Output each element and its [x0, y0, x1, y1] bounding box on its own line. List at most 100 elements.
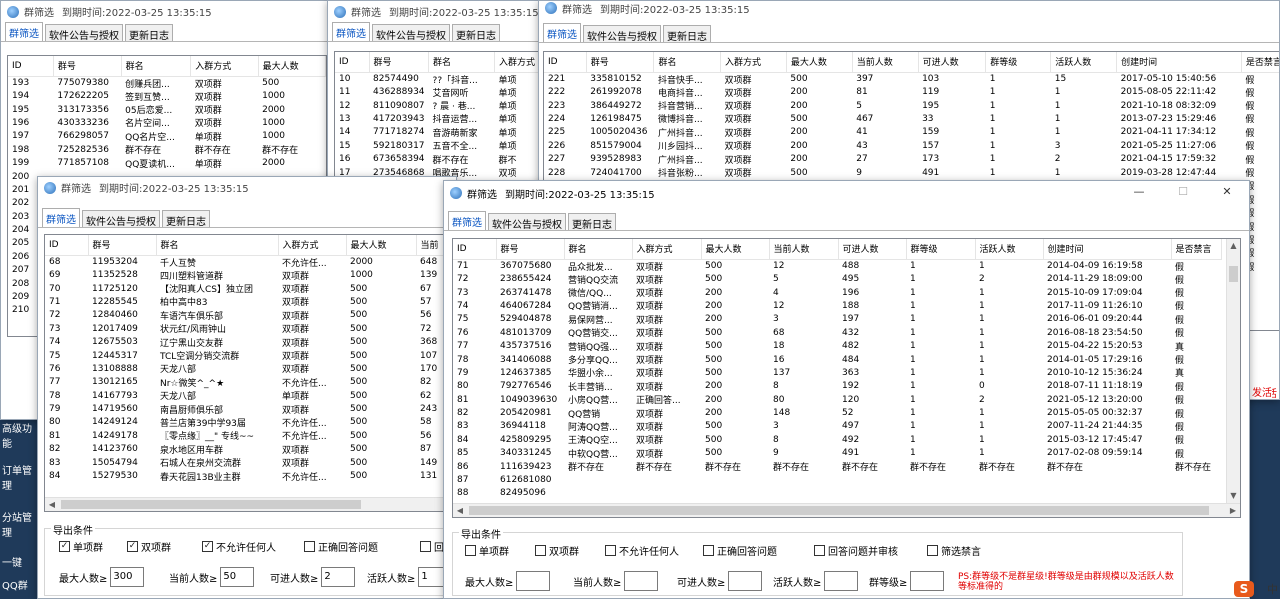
table-row[interactable]: 80 14249124 普兰店第39中学93届 不允许任... 500 58 — [45, 416, 456, 429]
table-row[interactable]: 82 205420981 QQ营销 双项群 200 148 52 1 1 2015-05-05 0… — [453, 406, 1221, 420]
column-header[interactable]: 群名 — [428, 52, 496, 73]
titlebar[interactable]: 群筛选 到期时间:2022-03-25 13:35:15 — [328, 1, 541, 22]
column-header[interactable]: 入群方式 — [632, 239, 702, 260]
column-header[interactable]: 群名 — [653, 52, 722, 73]
table-row[interactable]: 224 126198475 微博抖音... 双项群 500 467 33 1 1 2013-07-… — [544, 112, 1279, 126]
filter-input[interactable]: 300 — [110, 567, 145, 587]
checkbox-empty-icon[interactable] — [420, 541, 431, 552]
minimize-icon[interactable]: — — [1117, 181, 1161, 205]
table-row[interactable]: 11 436288934 艾音网听 单项 — [335, 86, 540, 99]
column-header[interactable]: 群等级 — [906, 239, 976, 260]
checkbox-checked-icon[interactable]: ✓ — [202, 541, 213, 552]
column-header[interactable]: ID — [453, 239, 497, 260]
scroll-up-icon[interactable]: ▲ — [1227, 239, 1240, 253]
column-header[interactable]: 当前人数 — [852, 52, 919, 73]
filter-checkbox[interactable]: 筛选禁言 — [927, 543, 981, 558]
column-header[interactable]: 当前人数 — [769, 239, 839, 260]
column-header[interactable]: ID — [45, 235, 89, 256]
checkbox-empty-icon[interactable] — [465, 545, 476, 556]
filter-input[interactable]: 2 — [321, 567, 356, 587]
table-row[interactable]: 72 238655424 营销QQ交流 双项群 500 5 495 1 2 2014-11-29 … — [453, 273, 1221, 286]
filter-input[interactable]: 50 — [220, 567, 255, 587]
table-row[interactable]: 227 939528983 广州抖音... 双项群 200 27 173 1 2 2021-04-… — [544, 152, 1279, 166]
table-row[interactable]: 80 792776546 长丰营销... 双项群 200 8 192 1 0 2018-07-11… — [453, 380, 1221, 393]
filter-input[interactable] — [624, 571, 659, 591]
filter-input[interactable] — [910, 571, 945, 591]
table-row[interactable]: 226 851579004 川乡园抖... 双项群 200 43 157 1 3 2021-05-… — [544, 139, 1279, 153]
column-header[interactable]: 最大人数 — [786, 52, 853, 73]
titlebar[interactable]: 群筛选 到期时间:2022-03-25 13:35:15 — ☐ ✕ — [444, 181, 1249, 205]
table-row[interactable]: 73 263741478 微信/QQ... 双项群 200 4 196 1 1 2015-10-0… — [453, 286, 1221, 300]
table-row[interactable]: 85 340331245 中软QQ营... 双项群 500 9 491 1 1 2017-02-0… — [453, 447, 1221, 460]
tab-changelog[interactable]: 更新日志 — [663, 25, 711, 43]
column-header[interactable]: 群号 — [53, 56, 122, 77]
table-row[interactable]: 16 673658394 群不存在 群不 — [335, 152, 540, 166]
column-header[interactable]: 群号 — [586, 52, 655, 73]
table-row[interactable]: 77 435737516 营销QQ强... 双项群 500 18 482 1 1 2015-04-… — [453, 339, 1221, 353]
table-row[interactable]: 86 111639423 群不存在 群不存在 群不存在 群不存在 群不存在 群不存在 群不存在 群… — [453, 460, 1221, 474]
ime-indicator[interactable]: 中 — [1267, 581, 1278, 597]
table-row[interactable]: 222 261992078 电商抖音... 双项群 200 81 119 1 1 2015-08-… — [544, 86, 1279, 99]
tab-announce[interactable]: 软件公告与授权 — [372, 24, 450, 42]
column-header[interactable]: 群名 — [156, 235, 279, 256]
filter-input[interactable] — [516, 571, 551, 591]
column-header[interactable]: 入群方式 — [720, 52, 787, 73]
tab-changelog[interactable]: 更新日志 — [125, 24, 173, 42]
table-row[interactable]: 82 14123760 泉水地区用车群 双项群 500 87 — [45, 443, 456, 456]
filter-input[interactable] — [824, 571, 859, 591]
tab-announce[interactable]: 软件公告与授权 — [45, 24, 123, 42]
checkbox-empty-icon[interactable] — [927, 545, 938, 556]
table-row[interactable]: 223 386449272 抖音营销... 双项群 200 5 195 1 1 2021-10-1… — [544, 99, 1279, 113]
filter-checkbox[interactable]: 双项群 — [535, 543, 579, 558]
tab-changelog[interactable]: 更新日志 — [452, 24, 500, 42]
tab-filter[interactable]: 群筛选 — [448, 211, 486, 230]
bg-label-onekey[interactable]: 一键 — [0, 554, 40, 569]
horizontal-scrollbar[interactable]: ◀ ▶ — [453, 503, 1240, 517]
table-row[interactable]: 194 172622205 签到互赞... 双项群 1000 — [8, 90, 326, 103]
table-row[interactable]: 77 13012165 Nr☆微笑^_^★ 不允许任... 500 82 — [45, 376, 456, 389]
filter-checkbox[interactable]: ✓ 单项群 — [59, 539, 103, 554]
table-row[interactable]: 81 1049039630 小房QQ营... 正确回答... 200 80 120 1 2 202… — [453, 393, 1221, 407]
close-icon[interactable]: ✕ — [1205, 181, 1249, 205]
table-row[interactable]: 73 12017409 状元红/风雨钟山 双项群 500 72 — [45, 322, 456, 336]
column-header[interactable]: ID — [8, 56, 54, 77]
checkbox-empty-icon[interactable] — [814, 545, 825, 556]
scroll-right-icon[interactable]: ▶ — [1226, 504, 1240, 517]
maximize-icon[interactable]: ☐ — [1161, 181, 1205, 205]
table-row[interactable]: 75 12445317 TCL空调分销交流群 双项群 500 107 — [45, 349, 456, 363]
titlebar[interactable]: 群筛选 到期时间:2022-03-25 13:35:15 — [539, 1, 1279, 16]
scroll-thumb[interactable] — [1229, 266, 1238, 282]
scroll-left-icon[interactable]: ◀ — [45, 498, 59, 511]
tab-announce[interactable]: 软件公告与授权 — [583, 25, 661, 43]
tab-filter[interactable]: 群筛选 — [42, 208, 80, 227]
tab-changelog[interactable]: 更新日志 — [162, 210, 210, 228]
horizontal-scrollbar[interactable]: ◀ — [45, 497, 456, 511]
table-row[interactable]: 76 13108888 天龙八部 双项群 500 170 — [45, 362, 456, 376]
column-header[interactable]: 入群方式 — [190, 56, 259, 77]
column-header[interactable]: 最大人数 — [258, 56, 326, 77]
table-row[interactable]: 83 36944118 阿涛QQ营... 双项群 500 3 497 1 1 2007-11-24… — [453, 420, 1221, 433]
checkbox-empty-icon[interactable] — [703, 545, 714, 556]
table-row[interactable]: 228 724041700 抖音张粉... 双项群 500 9 491 1 1 2019-03-2… — [544, 166, 1279, 180]
table-row[interactable]: 78 341406088 多分享QQ... 双项群 500 16 484 1 1 2014-01-… — [453, 353, 1221, 367]
tab-changelog[interactable]: 更新日志 — [568, 213, 616, 231]
table-row[interactable]: 75 529404878 易保网营... 双项群 200 3 197 1 1 2016-06-01… — [453, 313, 1221, 326]
table-row[interactable]: 71 367075680 品众批发... 双项群 500 12 488 1 1 2014-04-0… — [453, 259, 1221, 273]
filter-checkbox[interactable]: 单项群 — [465, 543, 509, 558]
table-row[interactable]: 10 82574490 ??「抖音... 单项 — [335, 72, 540, 86]
column-header[interactable]: 可进人数 — [918, 52, 987, 73]
column-header[interactable]: 群号 — [496, 239, 565, 260]
checkbox-empty-icon[interactable] — [304, 541, 315, 552]
table-row[interactable]: 84 425809295 王涛QQ空... 双项群 500 8 492 1 1 2015-03-1… — [453, 433, 1221, 447]
column-header[interactable]: 活跃人数 — [975, 239, 1044, 260]
tab-announce[interactable]: 软件公告与授权 — [82, 210, 160, 228]
group-table[interactable]: ID 群号 群名 入群方式 最大人数 当前人数 可进人数 群等级 活跃人数 创建时间 是否禁言 71 3… — [452, 238, 1241, 518]
table-row[interactable]: 81 14249178 〖零点缘〗__" 专线~~ 不允许任... 500 56 — [45, 429, 456, 443]
table-row[interactable]: 225 1005020436 广州抖音... 双项群 200 41 159 1 1 2021-04… — [544, 126, 1279, 139]
table-row[interactable]: 15 592180317 五音不全... 单项 — [335, 139, 540, 153]
checkbox-empty-icon[interactable] — [535, 545, 546, 556]
scroll-thumb[interactable] — [61, 500, 361, 509]
column-header[interactable]: 可进人数 — [838, 239, 907, 260]
column-header[interactable]: 群等级 — [985, 52, 1052, 73]
table-row[interactable]: 13 417203943 抖音运营... 单项 — [335, 112, 540, 126]
